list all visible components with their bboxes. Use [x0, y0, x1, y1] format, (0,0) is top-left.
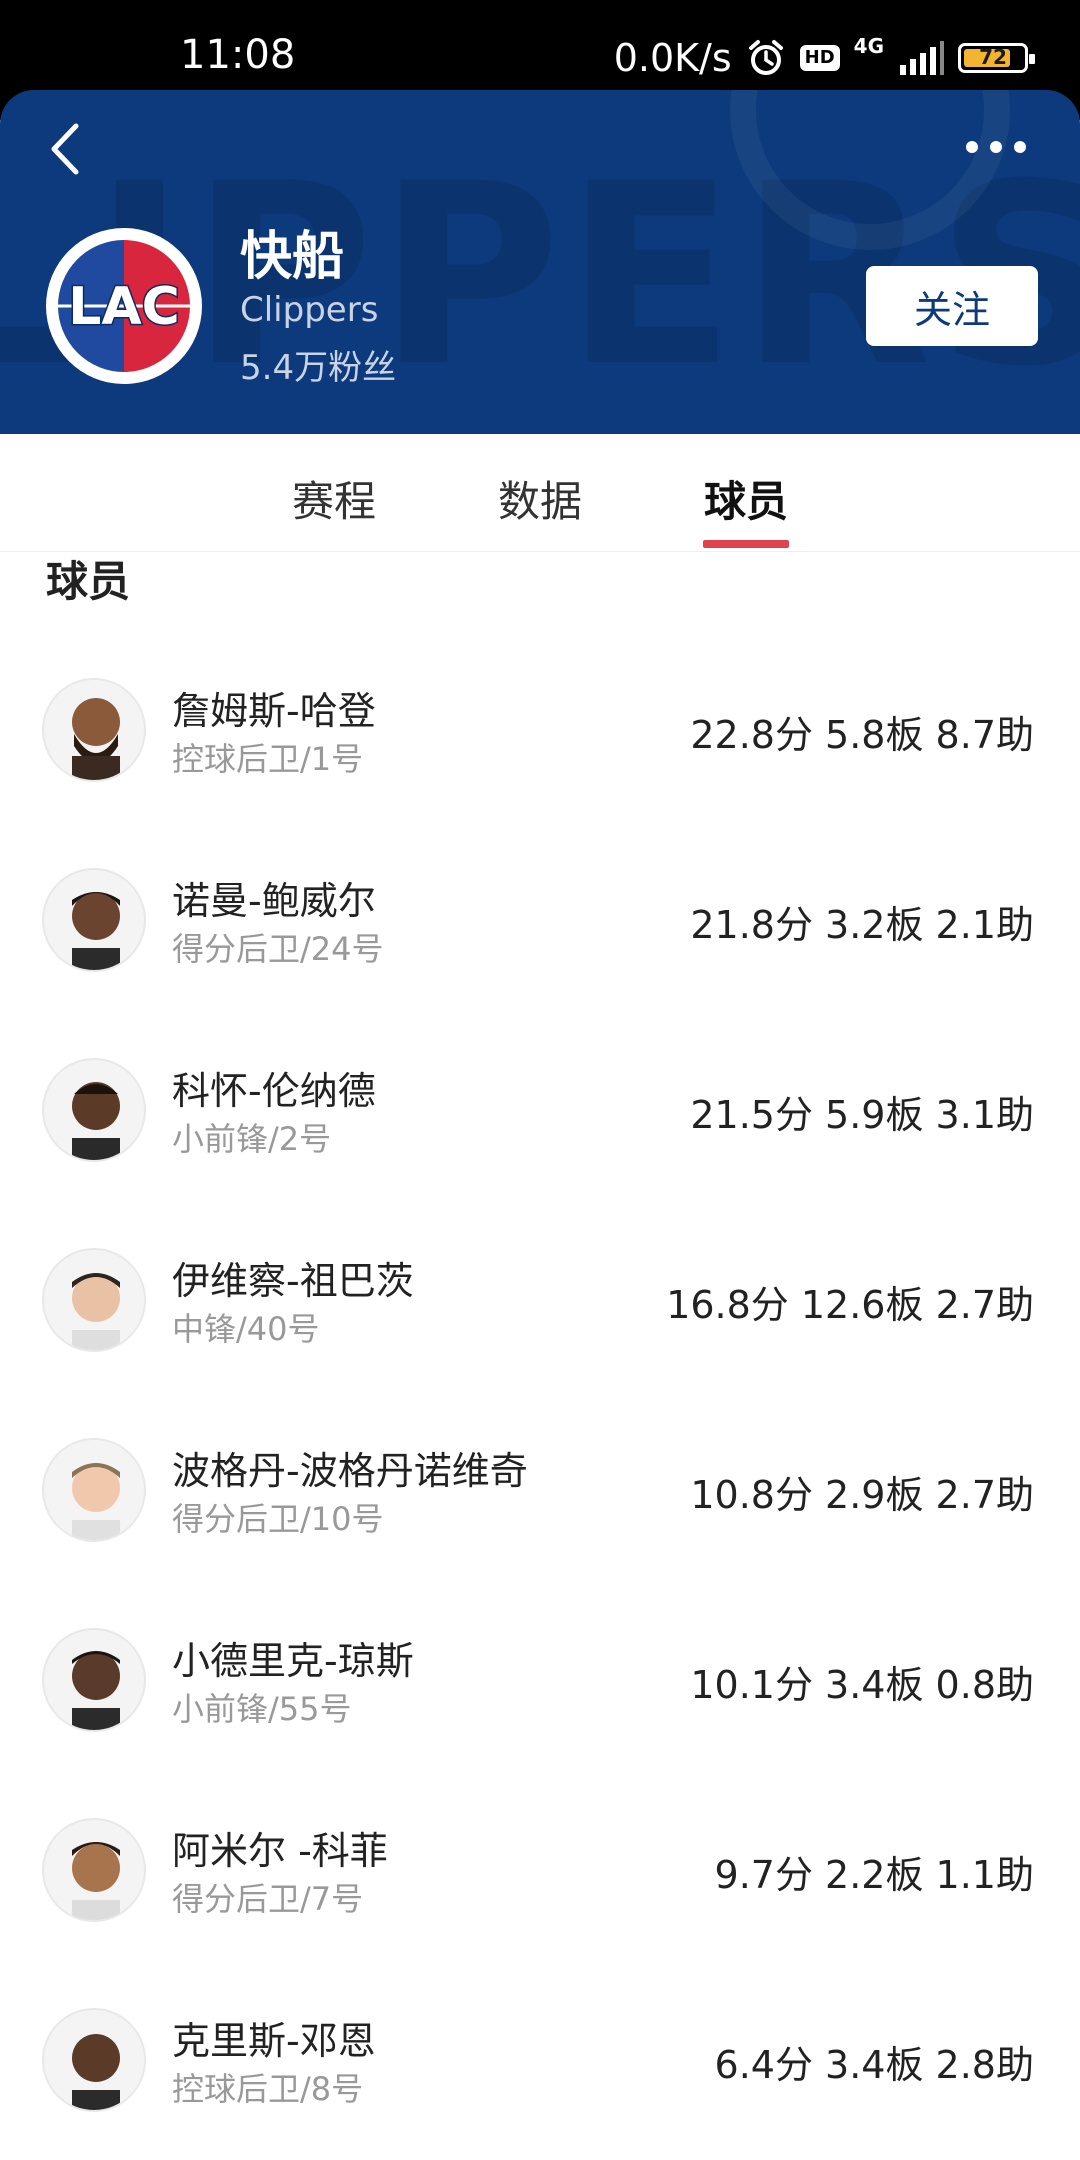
avatar: [42, 1058, 146, 1162]
chevron-left-icon: [51, 123, 79, 175]
list-item[interactable]: 波格丹-波格丹诺维奇 得分后卫/10号 10.8分 2.9板 2.7助: [0, 1400, 1080, 1590]
player-position: 得分后卫/10号: [172, 1500, 384, 1538]
team-name: 快船: [240, 227, 345, 287]
tab-schedule[interactable]: 赛程: [292, 468, 376, 529]
lac-logo-icon: LAC: [54, 236, 194, 376]
player-position: 控球后卫/1号: [172, 740, 364, 778]
player-name: 阿米尔 -科菲: [172, 1829, 388, 1873]
network-speed: 0.0K/s: [613, 36, 732, 80]
status-icons: 0.0K/s HD 4G 72: [613, 32, 1035, 84]
list-item[interactable]: 伊维察-祖巴茨 中锋/40号 16.8分 12.6板 2.7助: [0, 1210, 1080, 1400]
player-position: 得分后卫/24号: [172, 930, 384, 968]
player-list: 詹姆斯-哈登 控球后卫/1号 22.8分 5.8板 8.7助 诺曼-鲍威尔 得分…: [0, 640, 1080, 2160]
player-name: 诺曼-鲍威尔: [172, 879, 376, 923]
alarm-icon: [748, 40, 783, 75]
back-button[interactable]: [40, 114, 96, 184]
player-name: 小德里克-琼斯: [172, 1639, 414, 1683]
team-fans: 5.4万粉丝: [240, 348, 397, 388]
tab-active-indicator: [703, 540, 789, 548]
avatar: [42, 1438, 146, 1542]
battery-level: 72: [979, 45, 1007, 69]
player-name: 伊维察-祖巴茨: [172, 1259, 414, 1303]
player-position: 小前锋/55号: [172, 1690, 352, 1728]
avatar: [42, 2008, 146, 2112]
list-item[interactable]: 科怀-伦纳德 小前锋/2号 21.5分 5.9板 3.1助: [0, 1020, 1080, 1210]
player-stats: 16.8分 12.6板 2.7助: [666, 1283, 1034, 1327]
player-name: 科怀-伦纳德: [172, 1069, 376, 1113]
player-position: 小前锋/2号: [172, 1120, 332, 1158]
player-position: 控球后卫/8号: [172, 2070, 364, 2108]
list-item[interactable]: 小德里克-琼斯 小前锋/55号 10.1分 3.4板 0.8助: [0, 1590, 1080, 1780]
player-stats: 6.4分 3.4板 2.8助: [714, 2043, 1034, 2087]
player-stats: 21.8分 3.2板 2.1助: [690, 903, 1034, 947]
player-stats: 10.1分 3.4板 0.8助: [690, 1663, 1034, 1707]
list-item[interactable]: 阿米尔 -科菲 得分后卫/7号 9.7分 2.2板 1.1助: [0, 1780, 1080, 1970]
follow-button[interactable]: 关注: [866, 266, 1038, 346]
player-position: 得分后卫/7号: [172, 1880, 364, 1918]
list-item[interactable]: 詹姆斯-哈登 控球后卫/1号 22.8分 5.8板 8.7助: [0, 640, 1080, 830]
network-type: 4G: [853, 34, 884, 58]
signal-icon: [900, 41, 944, 75]
player-stats: 9.7分 2.2板 1.1助: [714, 1853, 1034, 1897]
hd-icon: HD: [799, 45, 840, 71]
player-stats: 21.5分 5.9板 3.1助: [690, 1093, 1034, 1137]
avatar: [42, 1248, 146, 1352]
avatar: [42, 678, 146, 782]
dot: [1014, 141, 1026, 153]
avatar: [42, 1818, 146, 1922]
tab-players[interactable]: 球员: [704, 468, 788, 529]
dot: [990, 141, 1002, 153]
section-title: 球员: [46, 557, 131, 606]
battery-icon: 72: [958, 43, 1035, 73]
avatar: [42, 1628, 146, 1732]
tab-stats[interactable]: 数据: [498, 468, 582, 529]
player-name: 波格丹-波格丹诺维奇: [172, 1449, 528, 1493]
svg-text:LAC: LAC: [68, 277, 180, 337]
team-header: CLIPPERS LAC 快船 Clippers 5.4万粉丝 关注: [0, 90, 1080, 434]
list-item[interactable]: 克里斯-邓恩 控球后卫/8号 6.4分 3.4板 2.8助: [0, 1970, 1080, 2160]
player-name: 克里斯-邓恩: [172, 2019, 376, 2063]
player-name: 詹姆斯-哈登: [172, 689, 376, 733]
avatar: [42, 868, 146, 972]
player-position: 中锋/40号: [172, 1310, 320, 1348]
player-stats: 22.8分 5.8板 8.7助: [690, 713, 1034, 757]
team-name-en: Clippers: [240, 290, 379, 330]
list-item[interactable]: 诺曼-鲍威尔 得分后卫/24号 21.8分 3.2板 2.1助: [0, 830, 1080, 1020]
status-time: 11:08: [180, 32, 296, 78]
dot: [966, 141, 978, 153]
tab-bar: 赛程 数据 球员: [0, 434, 1080, 552]
team-logo: LAC: [46, 228, 202, 384]
player-stats: 10.8分 2.9板 2.7助: [690, 1473, 1034, 1517]
more-button[interactable]: [966, 132, 1036, 162]
